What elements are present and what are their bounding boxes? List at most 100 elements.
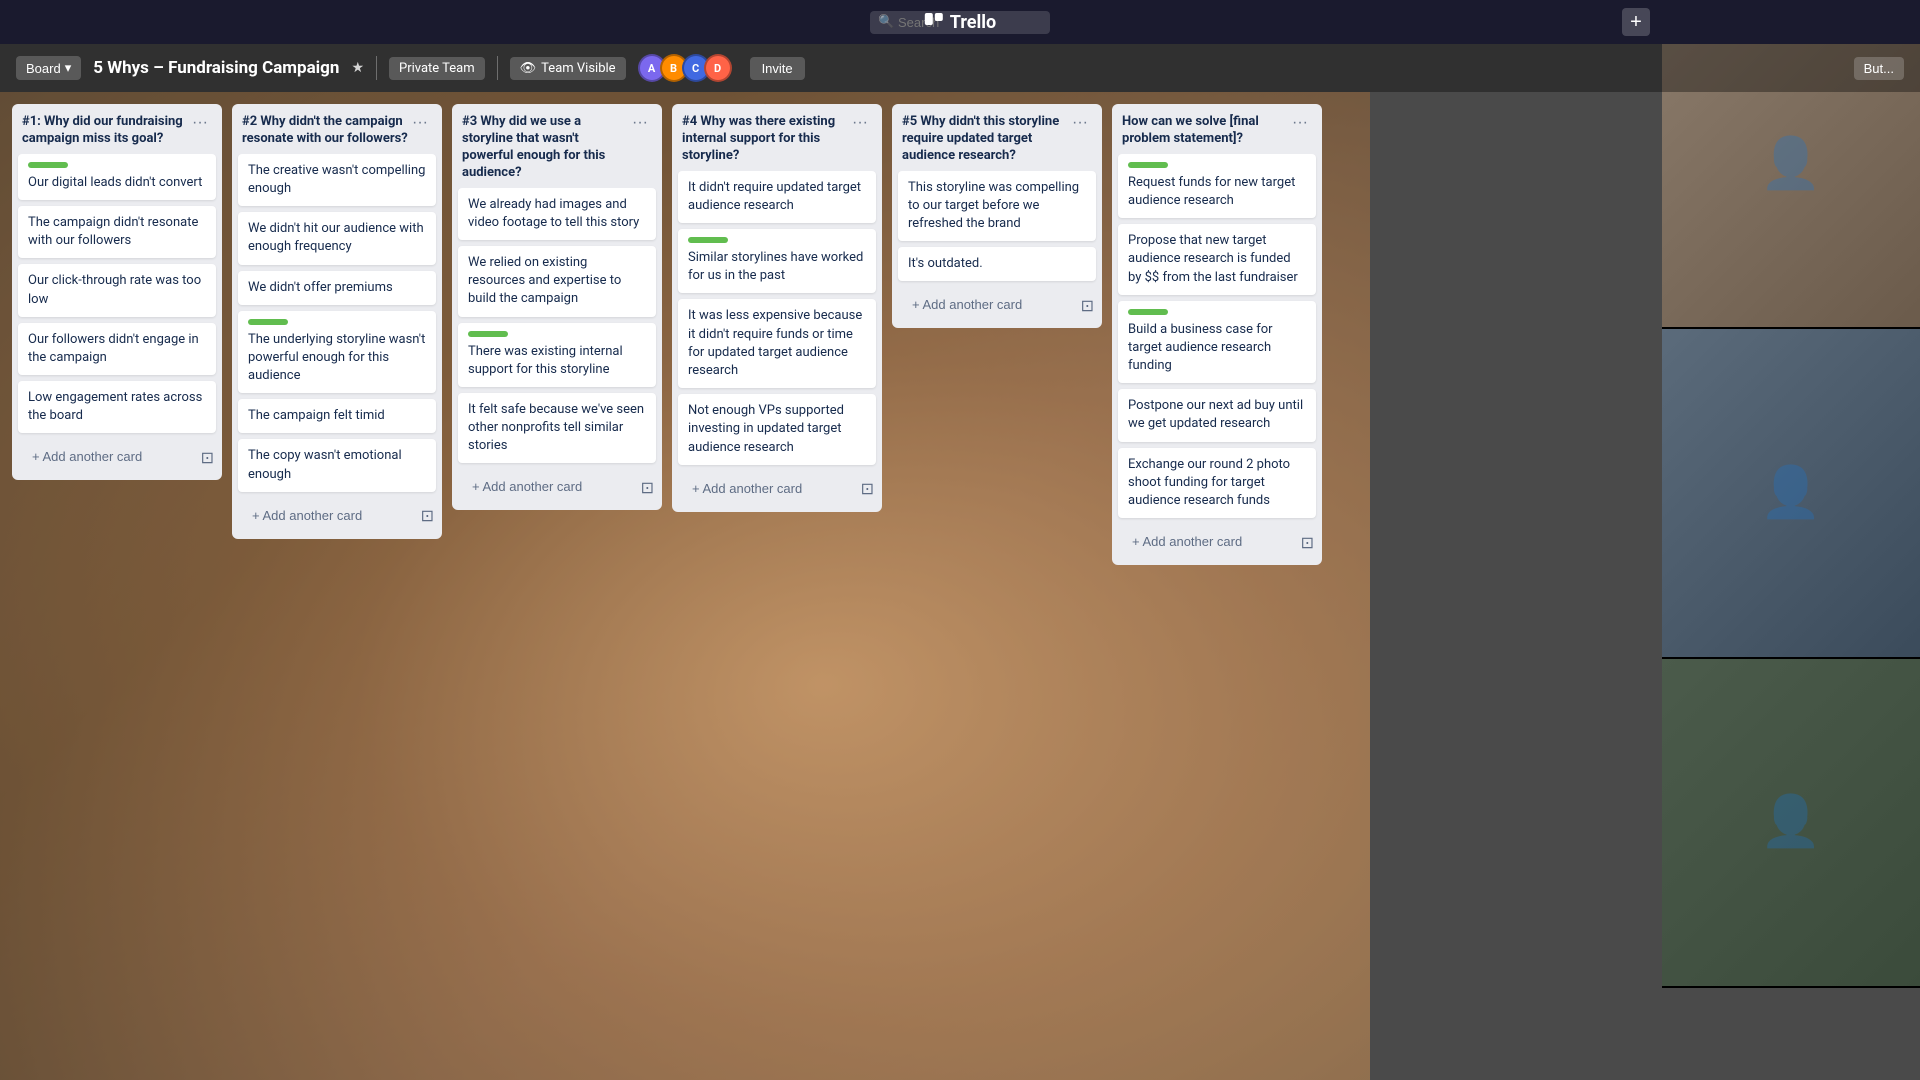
card-c23[interactable]: Propose that new target audience researc… [1118,224,1316,295]
trello-logo: Trello [924,12,996,33]
card-c16[interactable]: It didn't require updated target audienc… [678,171,876,223]
board-header: Board ▾ 5 Whys – Fundraising Campaign ★ … [0,44,1920,92]
add-card-row-list2: + Add another card⊡ [232,498,442,539]
card-c3[interactable]: Our click-through rate was too low✎ [18,264,216,316]
star-icon[interactable]: ★ [351,60,364,76]
add-template-button-list3[interactable]: ⊡ [637,474,658,502]
person-silhouette-1: 👤 [1662,92,1920,327]
card-c8[interactable]: We didn't offer premiums✎ [238,271,436,305]
card-c2[interactable]: The campaign didn't resonate with our fo… [18,206,216,258]
person-silhouette-3: 👤 [1662,659,1920,986]
trello-logo-icon [924,12,944,32]
list-menu-button-list3[interactable]: ··· [628,114,652,132]
header-right: But... [1854,57,1904,80]
add-card-button-list4[interactable]: + Add another card [682,475,851,502]
card-c19[interactable]: Not enough VPs supported investing in up… [678,394,876,465]
card-c11[interactable]: The copy wasn't emotional enough✎ [238,439,436,491]
list-title-list1: #1: Why did our fundraising campaign mis… [22,114,188,148]
card-text-c4: Our followers didn't engage in the campa… [28,331,206,367]
card-c9[interactable]: The underlying storyline wasn't powerful… [238,311,436,394]
add-card-button-list5[interactable]: + Add another card [902,291,1071,318]
list-title-list3: #3 Why did we use a storyline that wasn'… [462,114,628,182]
add-template-button-list2[interactable]: ⊡ [417,502,438,530]
board-title: 5 Whys – Fundraising Campaign [93,58,339,78]
add-template-button-list1[interactable]: ⊡ [197,444,218,472]
list-list1: #1: Why did our fundraising campaign mis… [12,104,222,480]
card-c13[interactable]: We relied on existing resources and expe… [458,246,656,317]
list-list6: How can we solve [final problem statemen… [1112,104,1322,565]
add-card-row-list6: + Add another card⊡ [1112,524,1322,565]
card-label-c9 [248,319,288,325]
card-c25[interactable]: Postpone our next ad buy until we get up… [1118,389,1316,441]
video-panel-3: 👤 [1662,659,1920,988]
list-list5: #5 Why didn't this storyline require upd… [892,104,1102,328]
card-text-c5: Low engagement rates across the board [28,389,206,425]
butler-button[interactable]: But... [1854,57,1904,80]
card-text-c8: We didn't offer premiums [248,279,426,297]
list-cards-list1: Our digital leads didn't convert✎ The cam… [12,154,222,440]
card-text-c16: It didn't require updated target audienc… [688,179,866,215]
list-cards-list6: Request funds for new target audience re… [1112,154,1322,524]
add-card-button-list6[interactable]: + Add another card [1122,528,1291,555]
card-text-c14: There was existing internal support for … [468,343,646,379]
card-label-c1 [28,162,68,168]
card-text-c23: Propose that new target audience researc… [1128,232,1306,287]
card-c1[interactable]: Our digital leads didn't convert✎ [18,154,216,200]
invite-button[interactable]: Invite [750,57,805,80]
card-c18[interactable]: It was less expensive because it didn't … [678,299,876,388]
add-card-button-list2[interactable]: + Add another card [242,502,411,529]
card-c22[interactable]: Request funds for new target audience re… [1118,154,1316,218]
card-text-c13: We relied on existing resources and expe… [468,254,646,309]
list-header-list2: #2 Why didn't the campaign resonate with… [232,104,442,154]
card-c26[interactable]: Exchange our round 2 photo shoot funding… [1118,448,1316,519]
card-c14[interactable]: There was existing internal support for … [458,323,656,387]
list-header-list1: #1: Why did our fundraising campaign mis… [12,104,222,154]
card-c24[interactable]: Build a business case for target audienc… [1118,301,1316,384]
card-c6[interactable]: The creative wasn't compelling enough✎ [238,154,436,206]
card-text-c22: Request funds for new target audience re… [1128,174,1306,210]
card-text-c19: Not enough VPs supported investing in up… [688,402,866,457]
card-c15[interactable]: It felt safe because we've seen other no… [458,393,656,464]
list-menu-button-list2[interactable]: ··· [408,114,432,132]
list-menu-button-list5[interactable]: ··· [1068,114,1092,132]
card-text-c10: The campaign felt timid [248,407,426,425]
add-card-button-list3[interactable]: + Add another card [462,473,631,500]
card-c10[interactable]: The campaign felt timid✎ [238,399,436,433]
visibility-badge: 👁 Team Visible [510,57,626,80]
add-template-button-list5[interactable]: ⊡ [1077,292,1098,320]
card-c17[interactable]: Similar storylines have worked for us in… [678,229,876,293]
list-header-list5: #5 Why didn't this storyline require upd… [892,104,1102,171]
video-panel-2: 👤 [1662,329,1920,658]
card-c7[interactable]: We didn't hit our audience with enough f… [238,212,436,264]
list-menu-button-list4[interactable]: ··· [848,114,872,132]
card-text-c24: Build a business case for target audienc… [1128,321,1306,376]
card-text-c15: It felt safe because we've seen other no… [468,401,646,456]
card-c12[interactable]: We already had images and video footage … [458,188,656,240]
list-menu-button-list1[interactable]: ··· [188,114,212,132]
list-header-list6: How can we solve [final problem statemen… [1112,104,1322,154]
video-panel-1: 👤 [1662,92,1920,329]
add-card-row-list5: + Add another card⊡ [892,287,1102,328]
add-card-button-list1[interactable]: + Add another card [22,443,191,470]
add-template-button-list4[interactable]: ⊡ [857,475,878,503]
card-c4[interactable]: Our followers didn't engage in the campa… [18,323,216,375]
card-text-c11: The copy wasn't emotional enough [248,447,426,483]
card-c20[interactable]: This storyline was compelling to our tar… [898,171,1096,242]
add-template-button-list6[interactable]: ⊡ [1297,529,1318,557]
card-text-c7: We didn't hit our audience with enough f… [248,220,426,256]
add-button[interactable]: + [1622,8,1650,36]
card-label-c14 [468,331,508,337]
list-menu-button-list6[interactable]: ··· [1288,114,1312,132]
board-label: Board [26,61,61,76]
card-c21[interactable]: It's outdated.✎ [898,247,1096,281]
board-button[interactable]: Board ▾ [16,56,81,80]
card-label-c17 [688,237,728,243]
list-title-list4: #4 Why was there existing internal suppo… [682,114,848,165]
list-cards-list5: This storyline was compelling to our tar… [892,171,1102,288]
eye-icon: 👁 [520,61,537,76]
card-text-c1: Our digital leads didn't convert [28,174,206,192]
board-area: #1: Why did our fundraising campaign mis… [0,92,1370,1080]
card-c5[interactable]: Low engagement rates across the board✎ [18,381,216,433]
header-divider [376,56,377,80]
list-cards-list2: The creative wasn't compelling enough✎ We… [232,154,442,498]
